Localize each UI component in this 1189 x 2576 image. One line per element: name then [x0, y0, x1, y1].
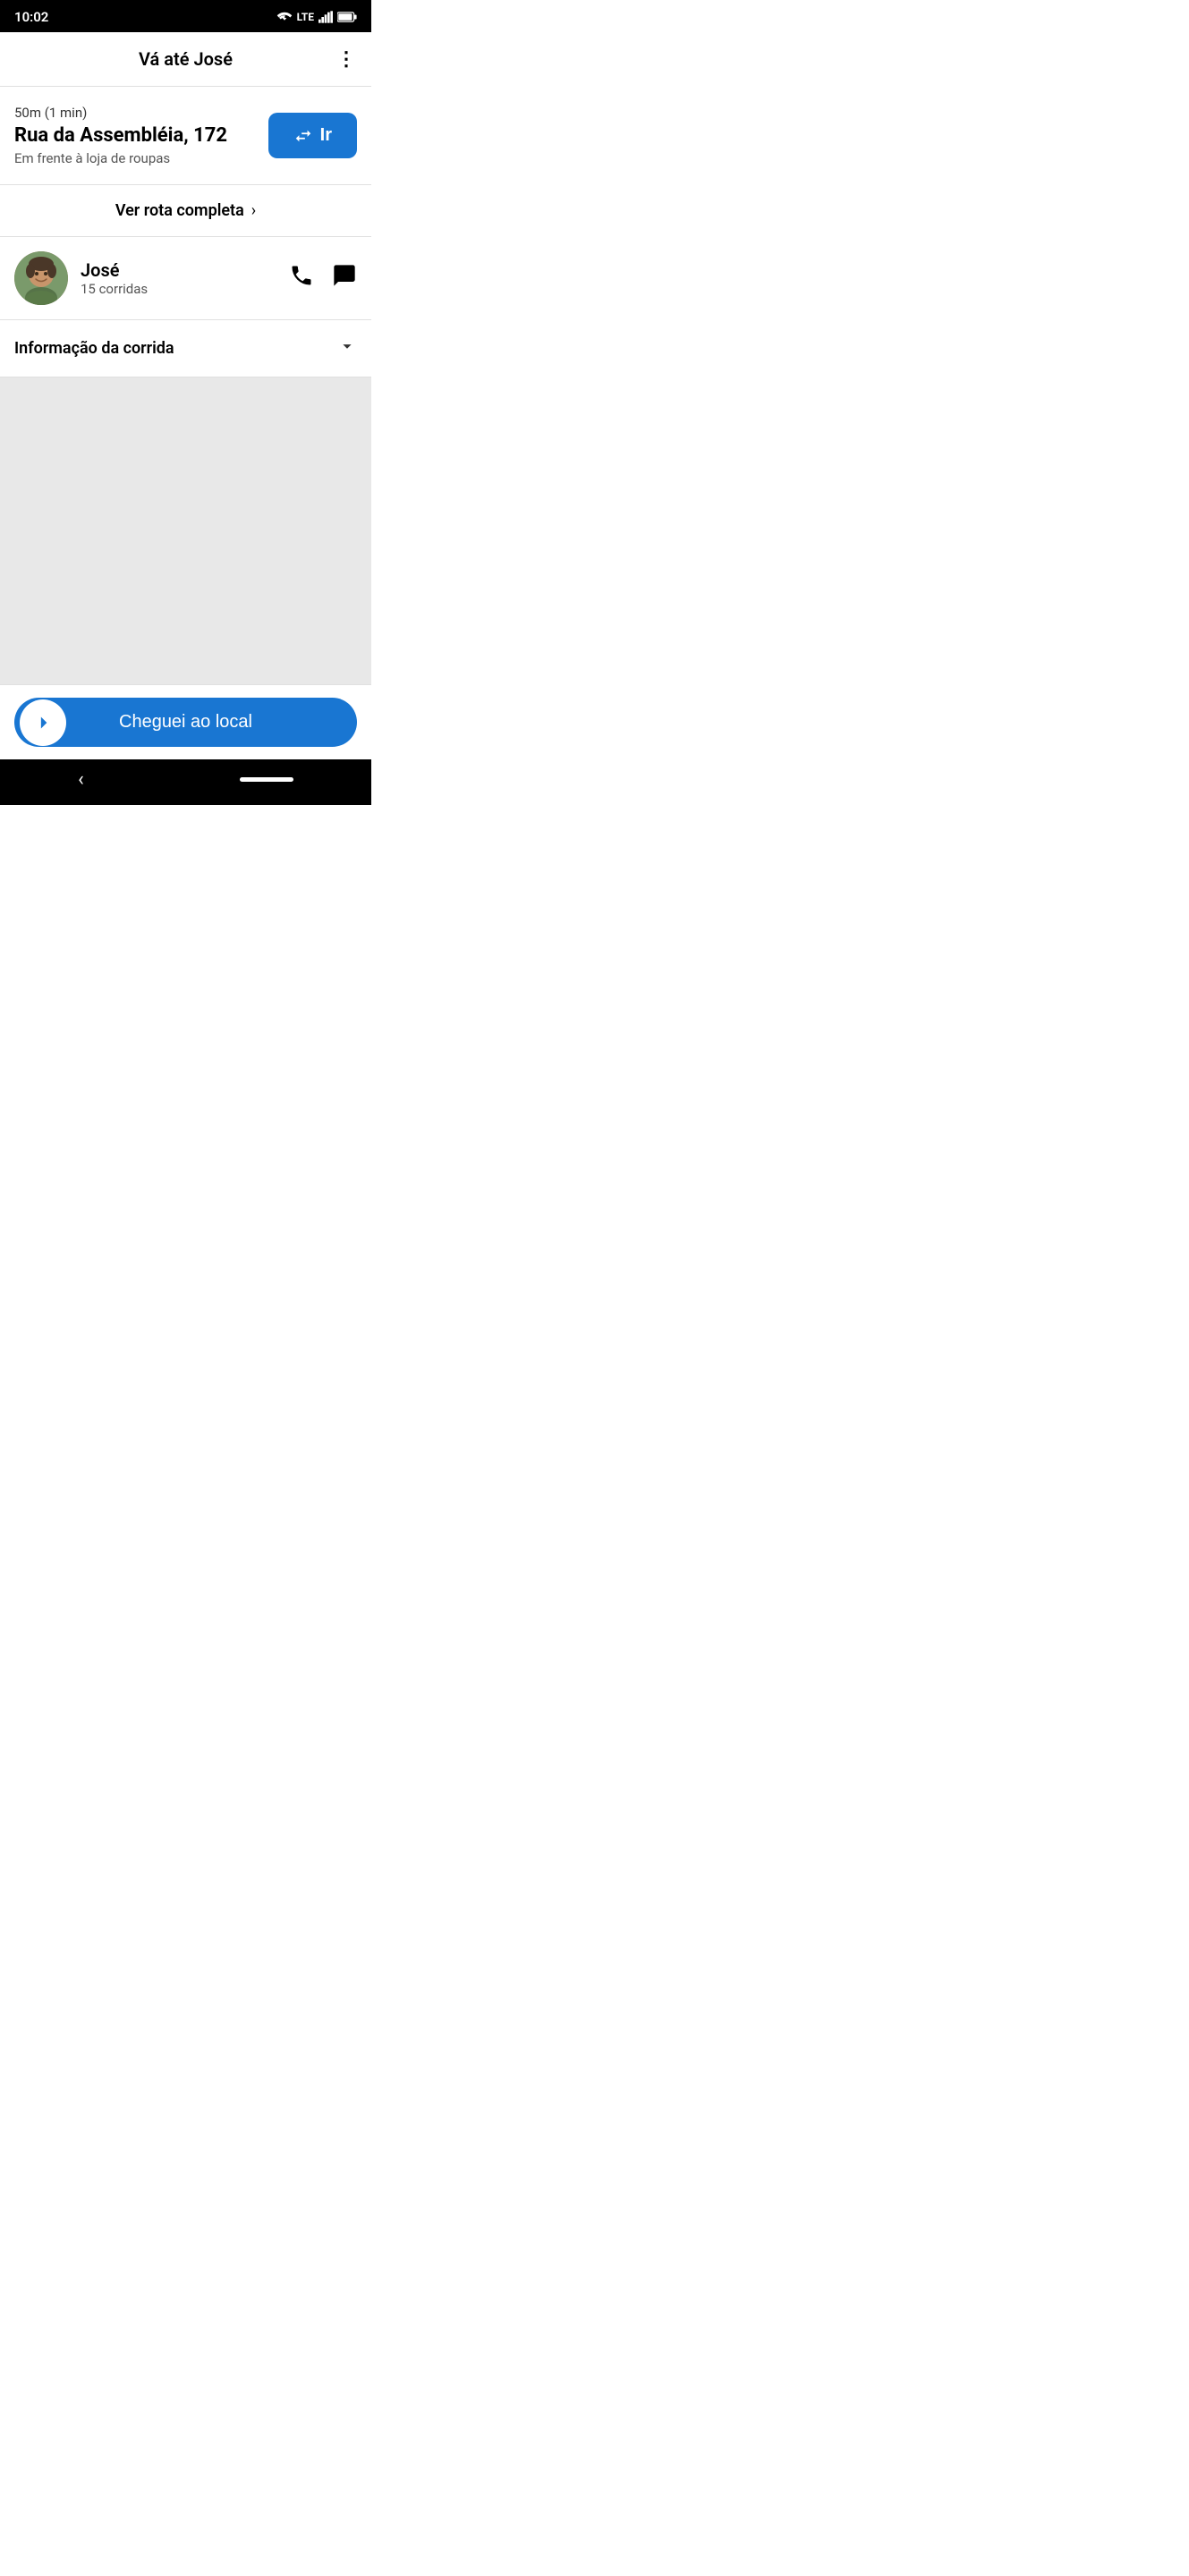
- home-indicator[interactable]: [240, 777, 293, 782]
- go-button[interactable]: Ir: [268, 113, 357, 158]
- signal-icon: [318, 11, 333, 23]
- map-view: [0, 377, 371, 684]
- view-route-button[interactable]: Ver rota completa ›: [0, 185, 371, 237]
- distance-label: 50m (1 min): [14, 105, 254, 121]
- call-button[interactable]: [289, 263, 314, 293]
- ride-info-section[interactable]: Informação da corrida: [0, 320, 371, 377]
- passenger-info: José 15 corridas: [81, 259, 289, 297]
- message-icon: [332, 263, 357, 288]
- passenger-avatar: [14, 251, 68, 305]
- passenger-actions: [289, 263, 357, 293]
- lte-icon: LTE: [297, 11, 314, 23]
- view-route-label: Ver rota completa: [115, 201, 244, 220]
- back-button[interactable]: ‹: [78, 768, 84, 791]
- go-button-label: Ir: [320, 125, 332, 146]
- address-detail-label: Em frente à loja de roupas: [14, 150, 254, 166]
- passenger-section: José 15 corridas: [0, 237, 371, 320]
- ride-info-label: Informação da corrida: [14, 339, 174, 358]
- chevron-right-icon: ›: [251, 201, 256, 220]
- street-label: Rua da Assembléia, 172: [14, 124, 254, 147]
- arrived-button[interactable]: Cheguei ao local: [14, 698, 357, 747]
- arrived-button-circle: [20, 699, 66, 746]
- wifi-icon: [276, 11, 293, 23]
- page-title: Vá até José: [139, 48, 233, 70]
- route-icon: [293, 126, 313, 146]
- more-menu-button[interactable]: ⋮: [336, 48, 357, 71]
- chevron-down-icon: [337, 336, 357, 360]
- passenger-rides: 15 corridas: [81, 281, 289, 297]
- status-time: 10:02: [14, 9, 48, 25]
- message-button[interactable]: [332, 263, 357, 293]
- phone-icon: [289, 263, 314, 288]
- status-icons: LTE: [276, 11, 357, 23]
- header: Vá até José ⋮: [0, 32, 371, 87]
- address-section: 50m (1 min) Rua da Assembléia, 172 Em fr…: [0, 87, 371, 185]
- chevron-right-icon: [31, 711, 55, 734]
- status-bar: 10:02 LTE: [0, 0, 371, 32]
- battery-icon: [337, 11, 357, 23]
- passenger-name: José: [81, 259, 289, 281]
- bottom-bar: Cheguei ao local: [0, 684, 371, 759]
- address-info: 50m (1 min) Rua da Assembléia, 172 Em fr…: [14, 105, 254, 166]
- arrived-button-label: Cheguei ao local: [29, 712, 343, 733]
- nav-bar: ‹: [0, 759, 371, 805]
